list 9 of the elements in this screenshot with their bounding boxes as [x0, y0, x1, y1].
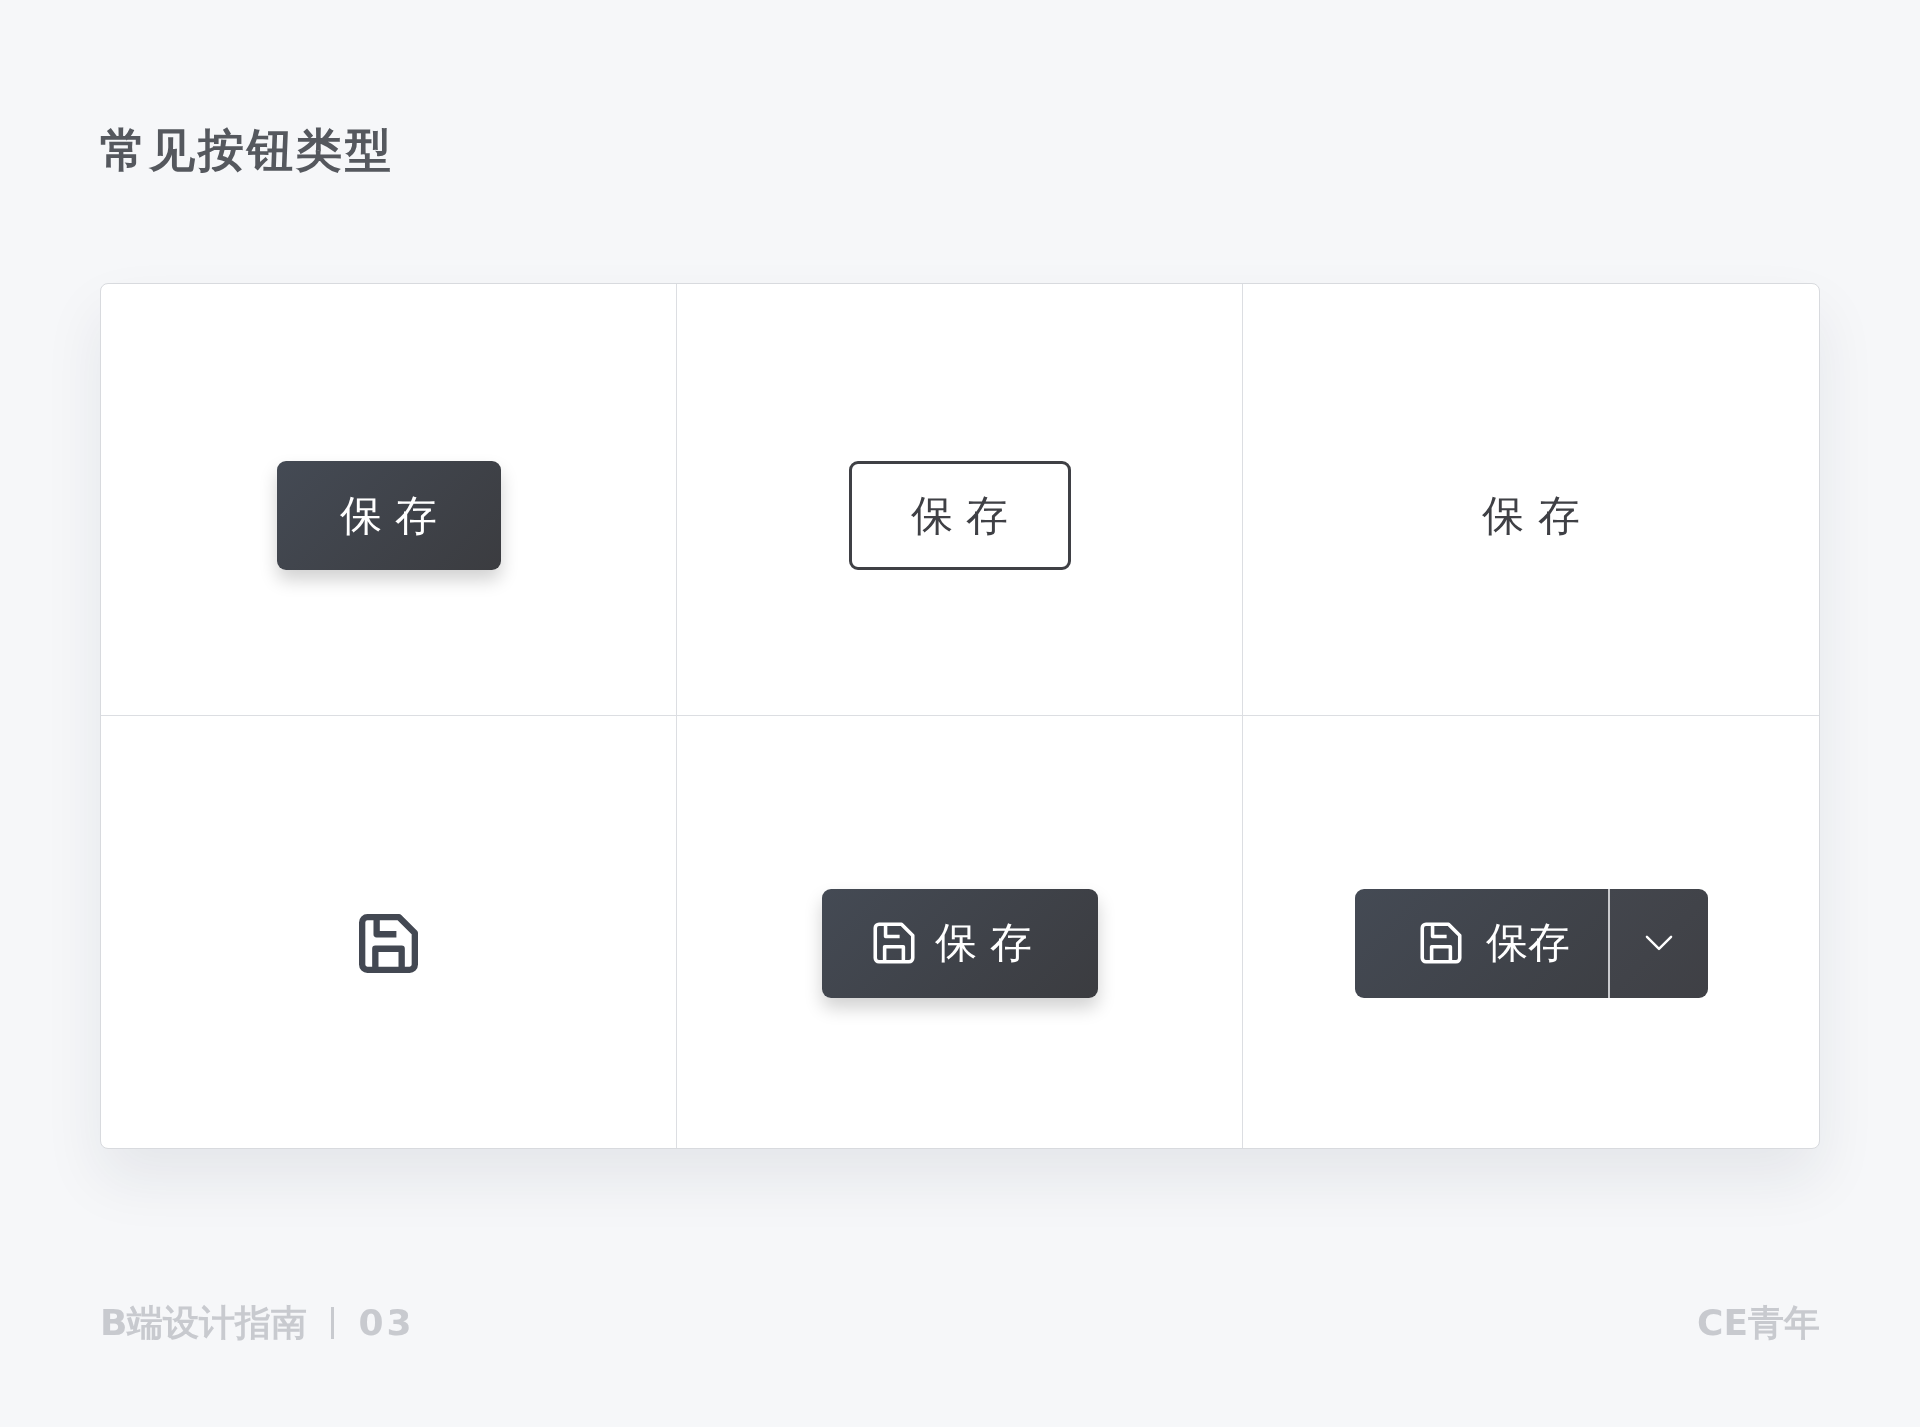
save-button[interactable]: 保 存	[276, 461, 501, 570]
save-button[interactable]: 保 存	[848, 461, 1071, 570]
chevron-down-icon	[1644, 935, 1673, 951]
save-button[interactable]: 保 存	[821, 888, 1098, 998]
save-button[interactable]: 保存	[1354, 888, 1608, 998]
save-button[interactable]: 保 存	[1482, 494, 1580, 537]
page-title: 常见按钮类型	[100, 122, 394, 178]
save-button[interactable]	[359, 913, 418, 973]
dropdown-button[interactable]	[1607, 888, 1708, 998]
